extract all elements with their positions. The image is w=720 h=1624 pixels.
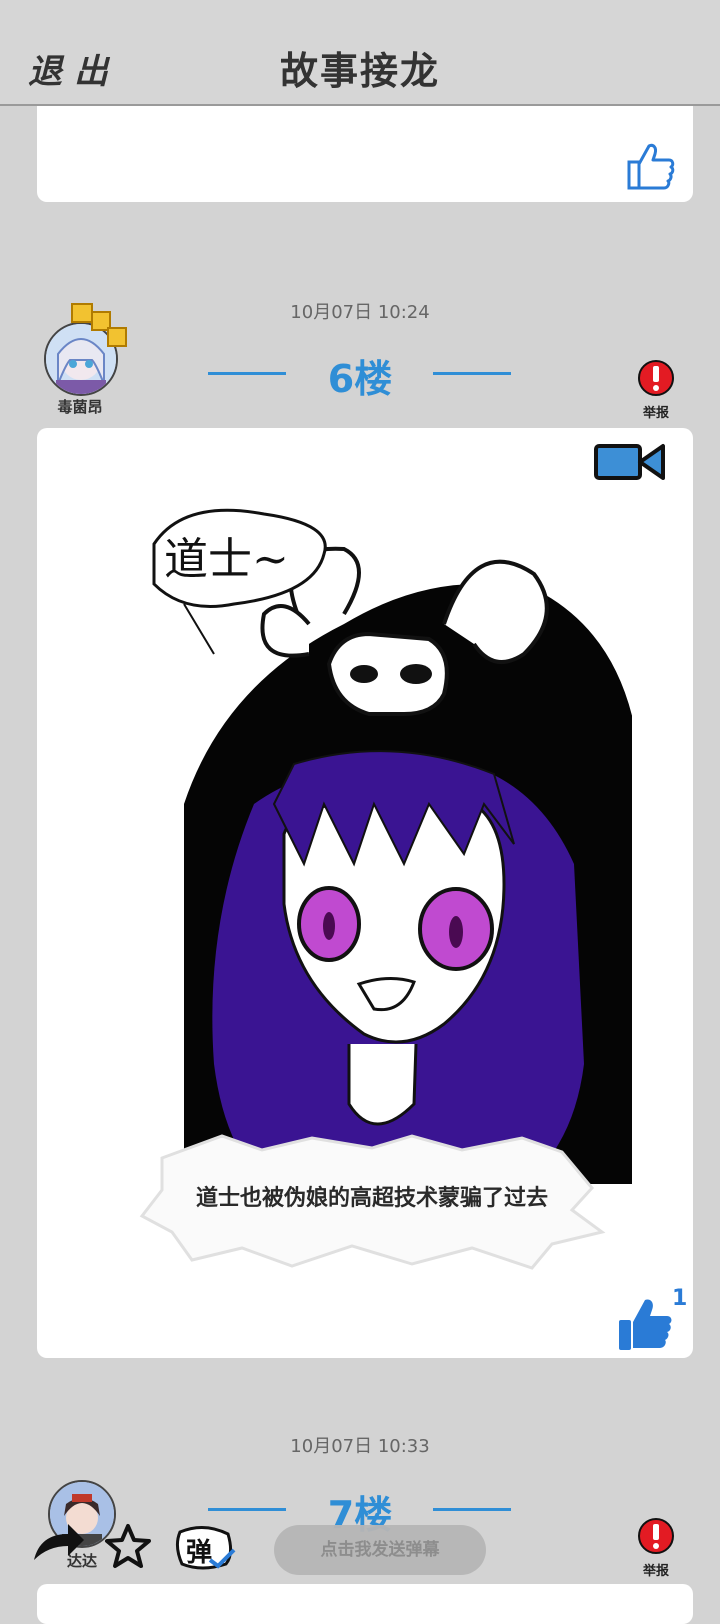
caption-text: 道士也被伪娘的高超技术蒙骗了过去 [195,1186,548,1211]
post-card: 道士~ 道士也被伪娘的高超技术蒙骗了过去 [37,428,693,1358]
danmaku-input[interactable]: 点击我发送弹幕 [274,1525,486,1575]
share-arrow-icon[interactable] [30,1520,86,1564]
floor-header: 6楼 [0,348,720,401]
top-bar: 退出 故事接龙 [0,0,720,106]
star-icon[interactable] [104,1522,152,1570]
caption-bubble: 道士也被伪娘的高超技术蒙骗了过去 [132,1128,612,1278]
floor-divider-right [433,372,511,375]
floor-number: 6楼 [327,357,393,401]
report-alert-icon [638,1518,674,1554]
danmaku-toggle-button[interactable]: 弹 [174,1524,238,1572]
post-timestamp: 10月07日 10:33 [290,1436,430,1457]
thumbs-up-outline-icon[interactable] [621,138,677,194]
page-title: 故事接龙 [279,49,440,93]
report-button[interactable]: 举报 [626,1516,686,1579]
danmaku-toggle-label: 弹 [186,1538,213,1568]
report-alert-icon [638,360,674,396]
report-button[interactable]: 举报 [626,358,686,421]
like-count: 1 [672,1286,688,1311]
drawing-speech-text: 道士~ [164,534,289,585]
report-label: 举报 [642,1564,669,1579]
video-camera-icon[interactable] [593,440,667,484]
report-label: 举报 [642,406,669,421]
story-drawing: 道士~ [144,504,632,1184]
floor-divider-right [433,1508,511,1511]
post-card-next [37,1584,693,1624]
thumbs-up-filled-icon[interactable] [615,1294,675,1354]
